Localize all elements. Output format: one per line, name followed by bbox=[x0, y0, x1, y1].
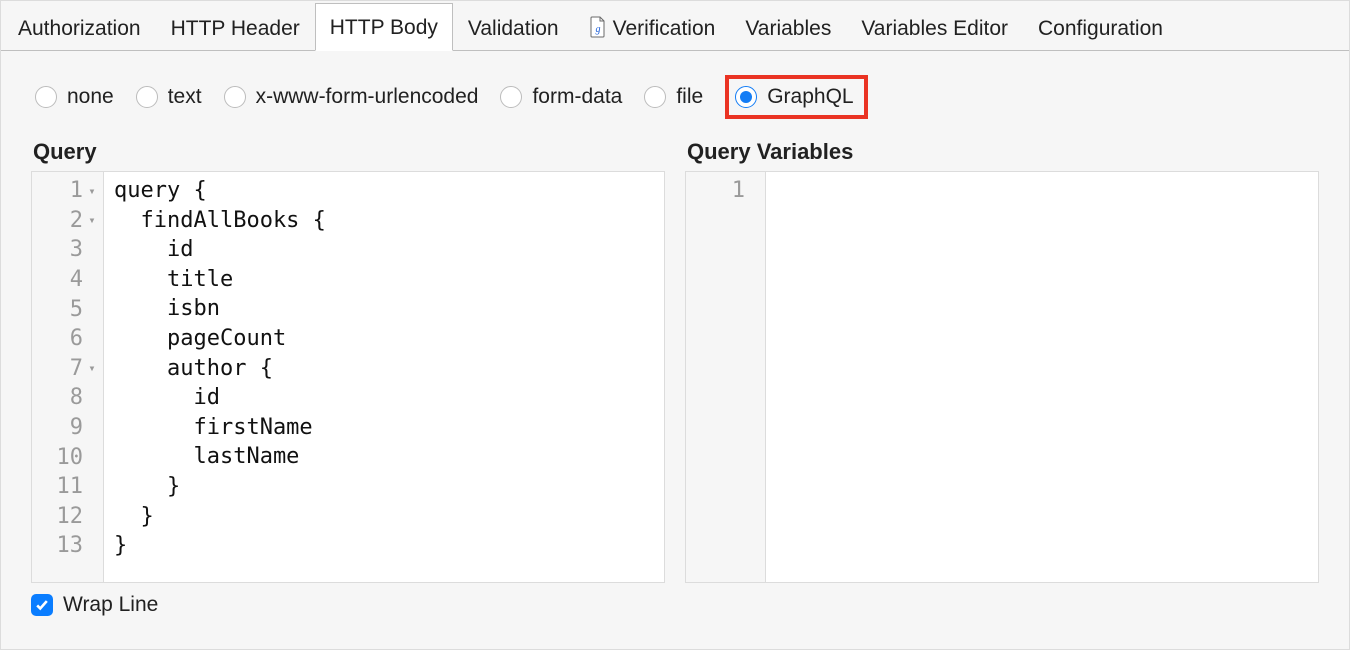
radio-icon bbox=[644, 86, 666, 108]
body-type-row: none text x-www-form-urlencoded form-data fi… bbox=[1, 51, 1349, 127]
tab-http-header[interactable]: HTTP Header bbox=[156, 4, 315, 51]
body-type-text[interactable]: text bbox=[136, 85, 202, 109]
body-type-label: GraphQL bbox=[767, 85, 853, 109]
tabs-bar: Authorization HTTP Header HTTP Body Validat… bbox=[1, 1, 1349, 51]
tab-label: HTTP Header bbox=[171, 17, 300, 40]
variables-gutter: 1 bbox=[686, 172, 766, 582]
gutter-line: 5 bbox=[32, 294, 103, 324]
radio-icon bbox=[224, 86, 246, 108]
gutter-line: 9 bbox=[32, 413, 103, 443]
gutter-line: 1 bbox=[686, 176, 765, 206]
gutter-line: 10 bbox=[32, 442, 103, 472]
query-title: Query bbox=[33, 139, 665, 165]
gutter-line: 7▾ bbox=[32, 354, 103, 384]
tab-label: Variables Editor bbox=[861, 17, 1008, 40]
tab-http-body[interactable]: HTTP Body bbox=[315, 3, 453, 51]
tab-variables[interactable]: Variables bbox=[730, 4, 846, 51]
gutter-line: 11 bbox=[32, 472, 103, 502]
tab-variables-editor[interactable]: Variables Editor bbox=[846, 4, 1023, 51]
tab-label: Verification bbox=[613, 17, 716, 40]
tab-validation[interactable]: Validation bbox=[453, 4, 574, 51]
wrap-line-option[interactable]: Wrap Line bbox=[1, 583, 1349, 617]
body-type-graphql[interactable]: GraphQL bbox=[735, 85, 853, 109]
checkbox-checked-icon[interactable] bbox=[31, 594, 53, 616]
tab-label: HTTP Body bbox=[330, 16, 438, 39]
wrap-line-label: Wrap Line bbox=[63, 593, 158, 617]
tab-configuration[interactable]: Configuration bbox=[1023, 4, 1178, 51]
radio-icon bbox=[136, 86, 158, 108]
query-editor[interactable]: 1▾2▾34567▾8910111213 query { findAllBook… bbox=[31, 171, 665, 583]
body-type-label: x-www-form-urlencoded bbox=[256, 85, 479, 109]
query-variables-editor[interactable]: 1 bbox=[685, 171, 1319, 583]
tab-verification[interactable]: g Verification bbox=[574, 3, 731, 51]
fold-toggle-icon[interactable]: ▾ bbox=[87, 361, 97, 375]
tab-label: Configuration bbox=[1038, 17, 1163, 40]
gutter-line: 4 bbox=[32, 265, 103, 295]
body-type-label: file bbox=[676, 85, 703, 109]
gutter-line: 12 bbox=[32, 502, 103, 532]
radio-icon bbox=[500, 86, 522, 108]
gutter-line: 3 bbox=[32, 235, 103, 265]
svg-text:g: g bbox=[595, 24, 600, 35]
body-type-form-data[interactable]: form-data bbox=[500, 85, 622, 109]
gutter-line: 8 bbox=[32, 383, 103, 413]
query-variables-title: Query Variables bbox=[687, 139, 1319, 165]
fold-toggle-icon[interactable]: ▾ bbox=[87, 213, 97, 227]
query-code[interactable]: query { findAllBooks { id title isbn pag… bbox=[104, 172, 664, 582]
body-type-none[interactable]: none bbox=[35, 85, 114, 109]
radio-icon bbox=[35, 86, 57, 108]
body-type-label: text bbox=[168, 85, 202, 109]
gutter-line: 13 bbox=[32, 531, 103, 561]
gutter-line: 1▾ bbox=[32, 176, 103, 206]
radio-icon bbox=[735, 86, 757, 108]
tab-authorization[interactable]: Authorization bbox=[3, 4, 156, 51]
highlight-box: GraphQL bbox=[725, 75, 867, 119]
fold-toggle-icon[interactable]: ▾ bbox=[87, 184, 97, 198]
tab-label: Authorization bbox=[18, 17, 141, 40]
body-type-label: form-data bbox=[532, 85, 622, 109]
body-type-file[interactable]: file bbox=[644, 85, 703, 109]
file-icon: g bbox=[589, 16, 607, 38]
tab-label: Variables bbox=[745, 17, 831, 40]
gutter-line: 6 bbox=[32, 324, 103, 354]
body-type-urlencoded[interactable]: x-www-form-urlencoded bbox=[224, 85, 479, 109]
variables-code[interactable] bbox=[766, 172, 1318, 582]
body-type-label: none bbox=[67, 85, 114, 109]
query-gutter: 1▾2▾34567▾8910111213 bbox=[32, 172, 104, 582]
tab-label: Validation bbox=[468, 17, 559, 40]
gutter-line: 2▾ bbox=[32, 206, 103, 236]
